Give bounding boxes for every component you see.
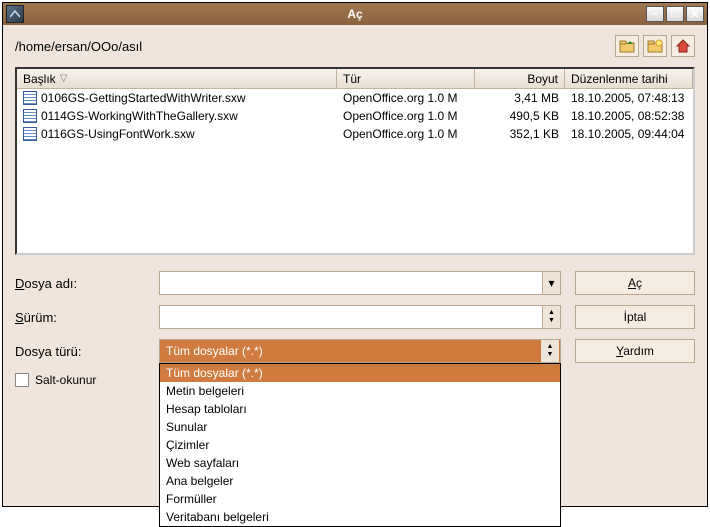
column-header-type[interactable]: Tür — [337, 69, 475, 88]
filetype-option[interactable]: Ana belgeler — [160, 472, 560, 490]
nav-toolbar — [615, 35, 695, 57]
filetype-selected-value: Tüm dosyalar (*.*) — [166, 344, 263, 358]
home-icon[interactable] — [671, 35, 695, 57]
column-header-title-label: Başlık — [23, 72, 56, 86]
cancel-button[interactable]: İptal — [575, 305, 695, 329]
dialog-body: /home/ersan/OOo/asıl Başlık ▽ Tür — [3, 25, 707, 506]
file-size: 490,5 KB — [475, 109, 565, 123]
file-row[interactable]: 0116GS-UsingFontWork.sxw OpenOffice.org 1… — [17, 125, 693, 143]
column-header-size[interactable]: Boyut — [475, 69, 565, 88]
readonly-label: Salt-okunur — [35, 373, 96, 387]
filename-accel: D — [15, 276, 24, 291]
file-name: 0116GS-UsingFontWork.sxw — [41, 127, 195, 141]
filetype-option[interactable]: Web sayfaları — [160, 454, 560, 472]
file-date: 18.10.2005, 08:52:38 — [565, 109, 693, 123]
filename-input[interactable] — [160, 272, 542, 294]
document-icon — [23, 109, 37, 123]
maximize-button[interactable]: □ — [666, 6, 684, 22]
column-header-date[interactable]: Düzenlenme tarihi — [565, 69, 693, 88]
filetype-option[interactable]: Hesap tabloları — [160, 400, 560, 418]
folder-up-icon[interactable] — [615, 35, 639, 57]
readonly-checkbox[interactable] — [15, 373, 29, 387]
filetype-dropdown-button[interactable]: ▲▼ — [541, 340, 559, 362]
version-input[interactable] — [160, 306, 542, 328]
file-type: OpenOffice.org 1.0 M — [337, 91, 475, 105]
file-list: Başlık ▽ Tür Boyut Düzenlenme tarihi 010… — [15, 67, 695, 255]
filetype-combo: Tüm dosyalar (*.*) ▲▼ Tüm dosyalar (*.*)… — [159, 339, 561, 363]
open-dialog: Aç – □ ✕ /home/ersan/OOo/asıl — [2, 2, 708, 507]
filetype-option[interactable]: Veritabanı belgeleri — [160, 508, 560, 526]
filetype-label: Dosya türü: — [15, 344, 145, 359]
file-row[interactable]: 0106GS-GettingStartedWithWriter.sxw OpenO… — [17, 89, 693, 107]
window-title: Aç — [347, 7, 362, 21]
help-button[interactable]: Yardım — [575, 339, 695, 363]
filetype-display[interactable]: Tüm dosyalar (*.*) ▲▼ — [159, 339, 561, 363]
file-size: 3,41 MB — [475, 91, 565, 105]
folder-new-icon[interactable] — [643, 35, 667, 57]
file-type: OpenOffice.org 1.0 M — [337, 109, 475, 123]
filename-combo: ▾ — [159, 271, 561, 295]
readonly-row: Salt-okunur — [15, 373, 145, 387]
filetype-option[interactable]: Metin belgeleri — [160, 382, 560, 400]
file-list-rows: 0106GS-GettingStartedWithWriter.sxw OpenO… — [17, 89, 693, 253]
document-icon — [23, 91, 37, 105]
app-icon — [6, 5, 24, 23]
version-accel: S — [15, 310, 24, 325]
form-grid: Dosya adı: ▾ Aç Sürüm: ▲▼ İptal Dosya tü… — [15, 271, 695, 387]
open-button[interactable]: Aç — [575, 271, 695, 295]
filetype-option[interactable]: Çizimler — [160, 436, 560, 454]
filetype-dropdown-list: Tüm dosyalar (*.*)Metin belgeleriHesap t… — [159, 363, 561, 527]
minimize-button[interactable]: – — [646, 6, 664, 22]
current-path: /home/ersan/OOo/asıl — [15, 39, 142, 54]
filetype-option[interactable]: Formüller — [160, 490, 560, 508]
help-accel: Y — [616, 344, 623, 358]
titlebar: Aç – □ ✕ — [3, 3, 707, 25]
sort-indicator-icon: ▽ — [60, 73, 68, 84]
close-button[interactable]: ✕ — [686, 6, 704, 22]
document-icon — [23, 127, 37, 141]
filename-dropdown-button[interactable]: ▾ — [542, 272, 560, 294]
path-row: /home/ersan/OOo/asıl — [15, 35, 695, 57]
file-list-header: Başlık ▽ Tür Boyut Düzenlenme tarihi — [17, 69, 693, 89]
file-date: 18.10.2005, 09:44:04 — [565, 127, 693, 141]
filename-label: Dosya adı: — [15, 276, 145, 291]
file-type: OpenOffice.org 1.0 M — [337, 127, 475, 141]
column-header-title[interactable]: Başlık ▽ — [17, 69, 337, 88]
file-row[interactable]: 0114GS-WorkingWithTheGallery.sxw OpenOffi… — [17, 107, 693, 125]
file-date: 18.10.2005, 07:48:13 — [565, 91, 693, 105]
version-spinner-buttons[interactable]: ▲▼ — [542, 306, 560, 328]
file-size: 352,1 KB — [475, 127, 565, 141]
open-accel: A — [628, 276, 636, 290]
window-controls: – □ ✕ — [646, 6, 704, 22]
filetype-option[interactable]: Sunular — [160, 418, 560, 436]
version-label: Sürüm: — [15, 310, 145, 325]
version-combo: ▲▼ — [159, 305, 561, 329]
filetype-option[interactable]: Tüm dosyalar (*.*) — [160, 364, 560, 382]
file-name: 0106GS-GettingStartedWithWriter.sxw — [41, 91, 246, 105]
file-name: 0114GS-WorkingWithTheGallery.sxw — [41, 109, 238, 123]
